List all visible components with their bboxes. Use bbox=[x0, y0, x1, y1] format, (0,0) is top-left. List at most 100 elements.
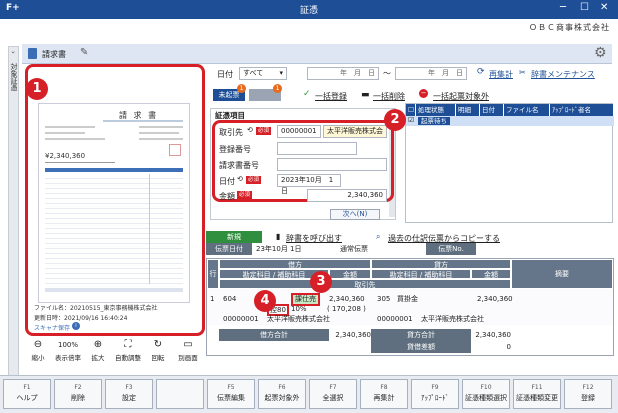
debit-code[interactable]: 604 bbox=[223, 293, 236, 305]
f4-button[interactable] bbox=[156, 379, 204, 409]
gear-icon[interactable]: ⚙ bbox=[594, 45, 607, 61]
grid-header-uploader[interactable]: ｱｯﾌﾟﾛｰﾄﾞ者名 bbox=[550, 104, 614, 116]
f11-button[interactable]: F11 証憑種類変更 bbox=[513, 379, 561, 409]
callout-1: 1 bbox=[26, 78, 48, 100]
rotate-icon: ↻ bbox=[153, 339, 163, 350]
zoom-out-button[interactable]: ⊖ 縮小 bbox=[24, 338, 52, 362]
window-title: 証憑 bbox=[299, 6, 318, 16]
reg-no-input[interactable] bbox=[277, 142, 357, 155]
invoice-image: 請 求 書 ¥2,340,360 bbox=[38, 103, 190, 303]
partner-name: 太平洋販売株式会社 bbox=[267, 315, 330, 323]
zoom-in-button[interactable]: ⊕ 拡大 bbox=[84, 338, 112, 362]
title-bar: F+ 証憑 ─ ☐ ✕ bbox=[0, 0, 618, 19]
zoom-toolbar: ⊖ 縮小 100% 表示倍率 ⊕ 拡大 ⛶ 自動調整 ↻ 回転 ▭ 別画面 bbox=[22, 338, 208, 366]
debit-amount-header: 金額 bbox=[329, 269, 371, 279]
amount-label: 金額 bbox=[219, 192, 235, 201]
credit-account[interactable]: 買掛金 bbox=[397, 293, 418, 305]
grid-header-detail[interactable]: 明細 bbox=[456, 104, 480, 116]
credit-header: 貸方 bbox=[371, 259, 511, 269]
partner-label: 取引先 bbox=[219, 128, 243, 137]
date-filter-label: 日付 bbox=[217, 70, 233, 79]
credit-code[interactable]: 305 bbox=[377, 293, 390, 305]
reg-no-label: 登録番号 bbox=[219, 145, 251, 154]
fit-button[interactable]: ⛶ 自動調整 bbox=[114, 338, 142, 362]
date-range-select[interactable]: すべて ▾ bbox=[239, 67, 287, 80]
f9-button[interactable]: F9 ｱｯﾌﾟﾛｰﾄﾞ bbox=[411, 379, 459, 409]
debit-total-label: 借方合計 bbox=[219, 329, 329, 341]
other-count-badge: 1 bbox=[273, 84, 282, 93]
minimize-icon[interactable]: ─ bbox=[560, 2, 566, 13]
fit-icon: ⛶ bbox=[124, 339, 132, 350]
side-panel-tab[interactable]: › 対象証憑 bbox=[8, 46, 19, 376]
debit-total: 2,340,360 bbox=[335, 331, 371, 339]
f12-button[interactable]: F12 登録 bbox=[564, 379, 612, 409]
grid-header-date[interactable]: 日付 bbox=[480, 104, 504, 116]
refresh-small-icon: ⟲ bbox=[237, 175, 243, 183]
select-all-checkbox[interactable]: ☐ bbox=[406, 104, 416, 116]
f1-button[interactable]: F1 ヘルプ bbox=[3, 379, 51, 409]
chevron-right-icon: › bbox=[9, 51, 17, 54]
file-name: ファイル名：20210515_東京事務機株式会社 bbox=[34, 305, 158, 312]
document-tab-bar: 請求書 ✎ ⚙ bbox=[22, 44, 612, 64]
new-journal-badge: 新規 bbox=[206, 231, 262, 243]
credit-total-label: 貸方合計 bbox=[371, 329, 471, 341]
grid-header-status[interactable]: 処理状態 bbox=[416, 104, 456, 116]
refresh-small-icon: ⟲ bbox=[247, 126, 253, 134]
callout-4: 4 bbox=[254, 290, 276, 312]
zoom-level-button[interactable]: 100% 表示倍率 bbox=[54, 338, 82, 362]
bulk-exclude-link[interactable]: 一括起票対象外 bbox=[433, 91, 489, 102]
credit-partner-code[interactable]: 00000001 bbox=[377, 313, 413, 325]
voucher-date-label: 伝票日付 bbox=[206, 243, 252, 255]
minus-icon: ⊖ bbox=[33, 339, 43, 350]
chevron-down-icon: ▾ bbox=[279, 69, 283, 77]
book-icon: ▮ bbox=[276, 232, 281, 241]
date-to-input[interactable]: 年 月 日 bbox=[395, 67, 467, 80]
next-button[interactable]: 次へ(N) bbox=[330, 209, 380, 220]
row-checkbox[interactable]: ☑ bbox=[408, 116, 414, 124]
memo-header: 摘要 bbox=[511, 259, 613, 289]
f10-button[interactable]: F10 証憑種類選択 bbox=[462, 379, 510, 409]
voucher-items-highlight: 取引先 ⟲ 必須 00000001 太平洋販売株式会 登録番号 請求書番号 日付… bbox=[212, 120, 394, 202]
f5-button[interactable]: F5 伝票編集 bbox=[207, 379, 255, 409]
credit-amount[interactable]: 2,340,360 bbox=[477, 293, 513, 305]
f2-button[interactable]: F2 削除 bbox=[54, 379, 102, 409]
exclude-icon: − bbox=[419, 89, 428, 98]
range-separator: ～ bbox=[383, 69, 391, 78]
bulk-register-link[interactable]: 一括登録 bbox=[315, 91, 347, 102]
side-tab-label: 対象証憑 bbox=[10, 63, 18, 91]
partner-code-input[interactable]: 00000001 bbox=[277, 125, 321, 138]
doc-type-label: 請求書 bbox=[42, 50, 66, 59]
callout-2: 2 bbox=[384, 109, 406, 131]
f6-button[interactable]: F6 起票対象外 bbox=[258, 379, 306, 409]
scan-source: スキャナ保存 bbox=[34, 325, 71, 332]
recalc-link[interactable]: 再集計 bbox=[489, 69, 513, 80]
table-row[interactable]: ☑ 起票待ち bbox=[406, 116, 614, 126]
voucher-date-value[interactable]: 23年10月 1日 bbox=[256, 243, 320, 255]
function-key-bar: F1 ヘルプ F2 削除 F3 設定 F5 伝票編集 F6 起票対象外 F7 全選択 F8 再… bbox=[0, 375, 618, 413]
grid-header-filename[interactable]: ファイル名 bbox=[504, 104, 550, 116]
f3-button[interactable]: F3 設定 bbox=[105, 379, 153, 409]
amount-input[interactable]: 2,340,360 bbox=[307, 189, 387, 202]
diff-label: 貸借差額 bbox=[371, 341, 471, 353]
bulk-delete-link[interactable]: 一括削除 bbox=[373, 91, 405, 102]
invoice-no-input[interactable] bbox=[277, 158, 387, 171]
pencil-icon[interactable]: ✎ bbox=[80, 47, 88, 58]
refresh-icon[interactable]: ⟳ bbox=[477, 67, 485, 77]
rotate-button[interactable]: ↻ 回転 bbox=[144, 338, 172, 362]
voucher-type[interactable]: 通常伝票 bbox=[340, 243, 390, 255]
journal-header: 伝票日付 23年10月 1日 通常伝票 伝票No. bbox=[206, 243, 614, 255]
plus-icon: ⊕ bbox=[93, 339, 103, 350]
close-icon[interactable]: ✕ bbox=[600, 2, 608, 13]
separate-window-button[interactable]: ▭ 別画面 bbox=[174, 338, 202, 362]
voucher-no-label: 伝票No. bbox=[426, 243, 476, 255]
search-icon: ⌕ bbox=[376, 232, 381, 241]
f8-button[interactable]: F8 再集計 bbox=[360, 379, 408, 409]
f7-button[interactable]: F7 全選択 bbox=[309, 379, 357, 409]
partner-code[interactable]: 00000001 bbox=[223, 313, 259, 325]
maximize-icon[interactable]: ☐ bbox=[580, 2, 589, 13]
date-from-input[interactable]: 年 月 日 bbox=[307, 67, 379, 80]
date-input[interactable]: 2023年10月 1日 bbox=[277, 174, 341, 195]
dict-maint-link[interactable]: 辞書メンテナンス bbox=[531, 69, 595, 80]
debit-tax: ( 170,208 ) bbox=[327, 305, 366, 313]
date-label: 日付 bbox=[219, 177, 235, 186]
